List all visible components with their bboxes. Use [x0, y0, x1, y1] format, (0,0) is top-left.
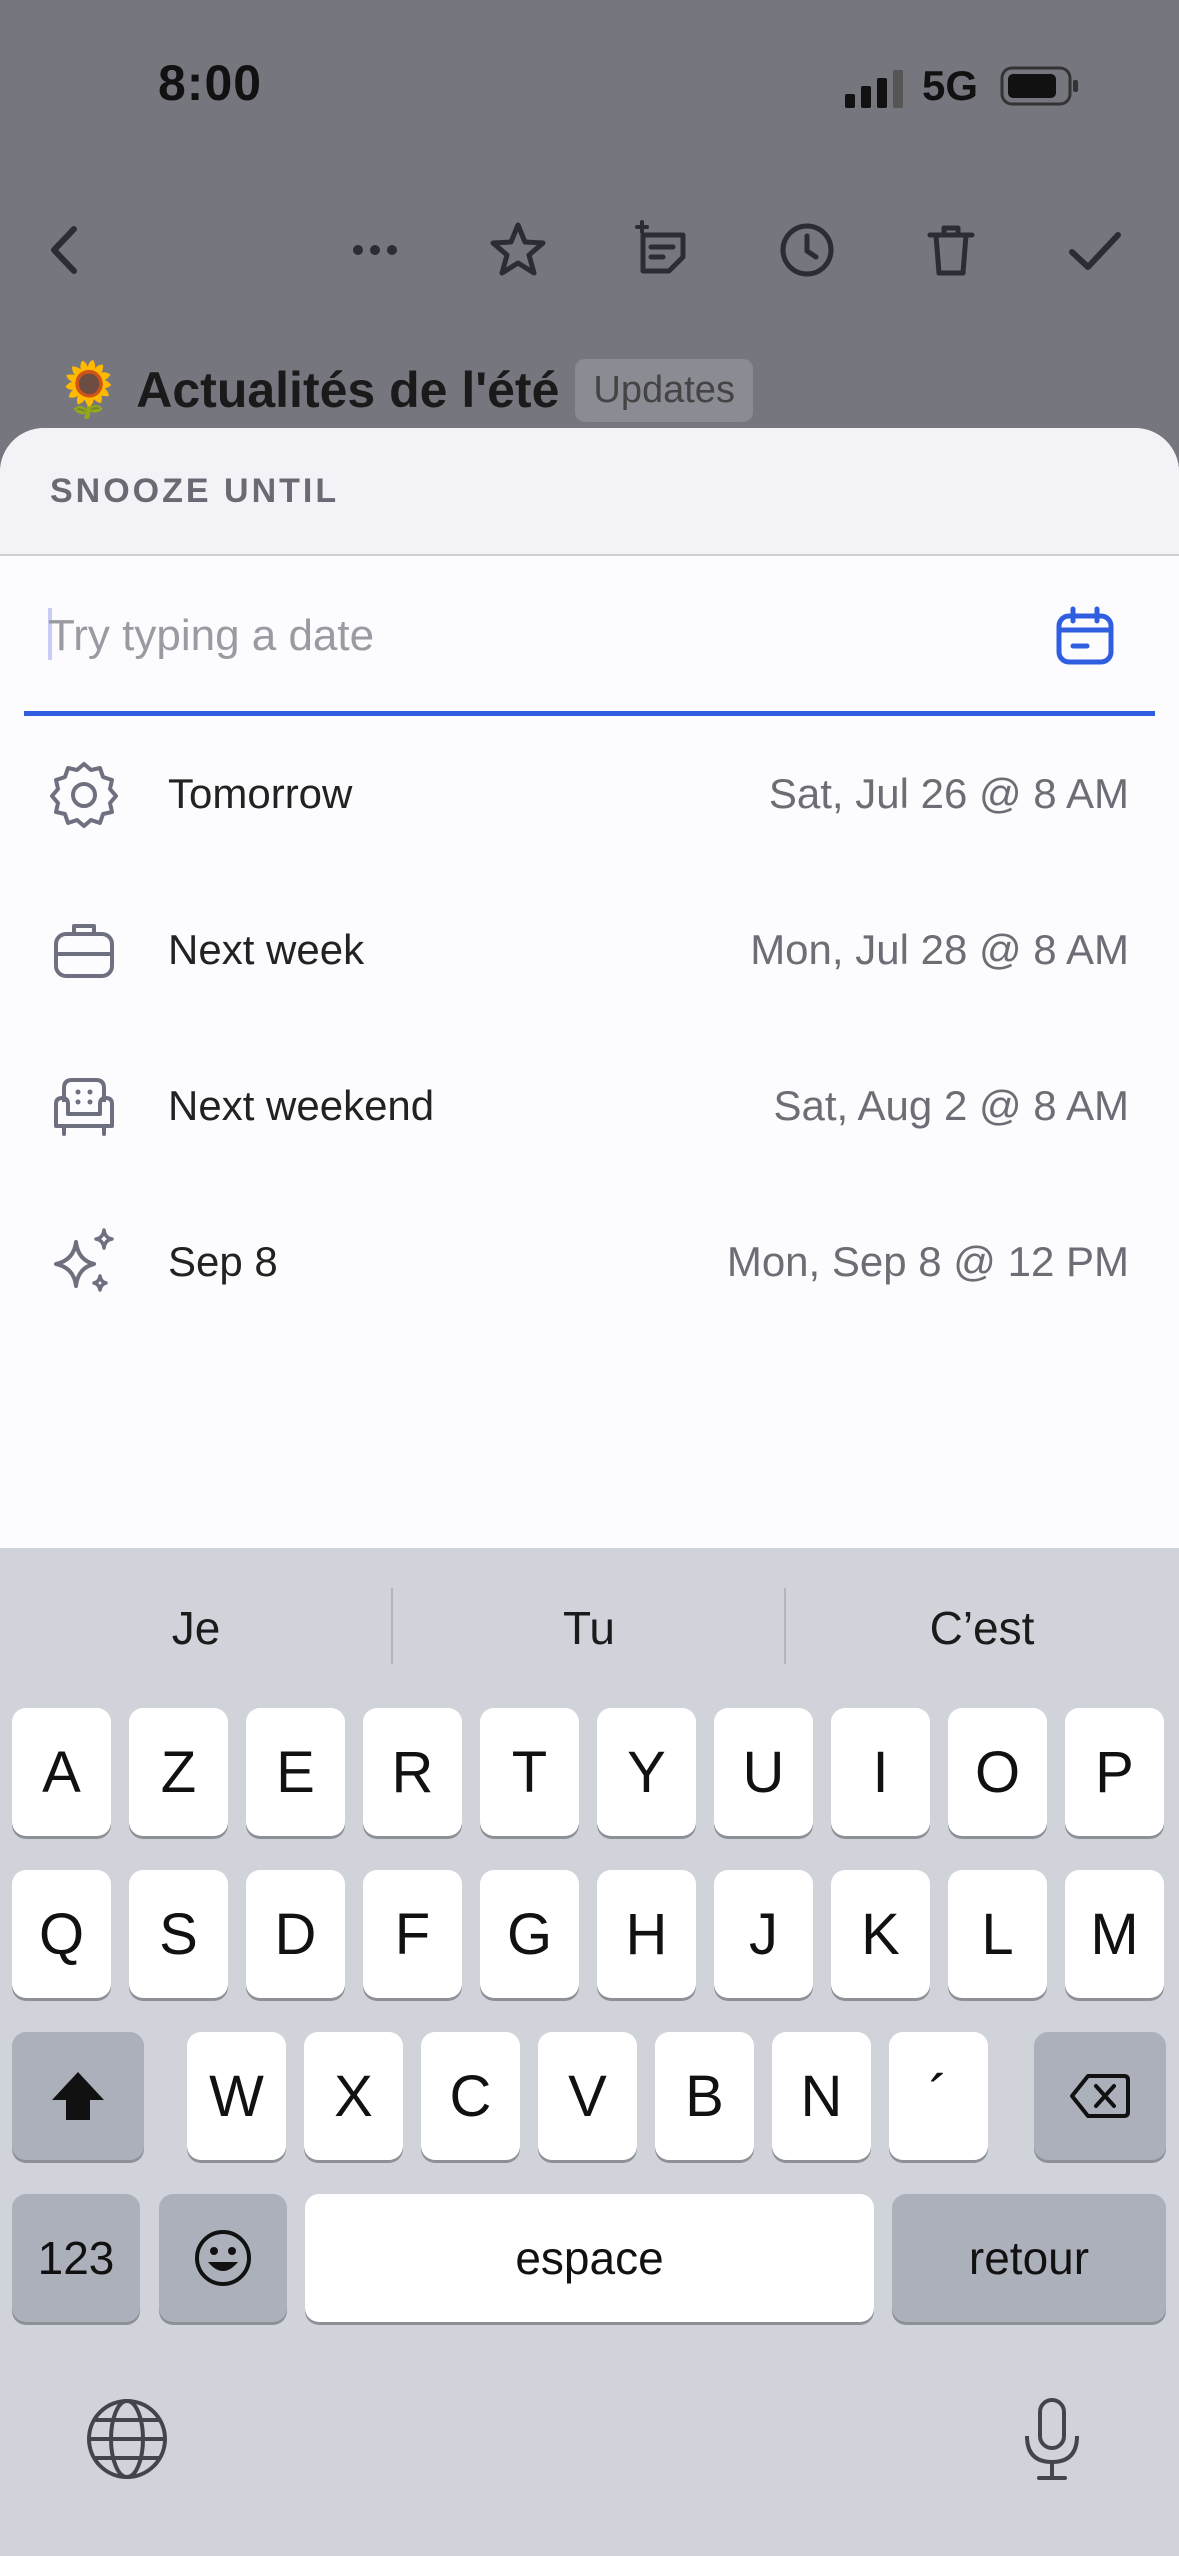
date-input-row — [24, 556, 1155, 716]
snooze-option-tomorrow[interactable]: Tomorrow Sat, Jul 26 @ 8 AM — [0, 716, 1179, 872]
sheet-header: SNOOZE UNTIL — [0, 428, 1179, 556]
suggestion-2[interactable]: Tu — [393, 1578, 785, 1678]
emoji-key[interactable] — [159, 2194, 287, 2322]
snooze-sheet: SNOOZE UNTIL Tomorrow Sat, Jul 26 @ 8 AM — [0, 428, 1179, 1548]
key-row2-9[interactable]: M — [1065, 1870, 1164, 1998]
option-label: Next week — [168, 926, 365, 973]
key-row1-9[interactable]: P — [1065, 1708, 1164, 1836]
key-row3-2[interactable]: C — [421, 2032, 520, 2160]
briefcase-icon — [54, 924, 114, 978]
key-row2-7[interactable]: K — [831, 1870, 930, 1998]
calendar-icon[interactable] — [1053, 604, 1117, 668]
status-bar: 8:00 5G — [0, 0, 1179, 180]
star-icon — [490, 222, 546, 276]
suggestion-3[interactable]: C’est — [786, 1578, 1178, 1678]
key-row2-0[interactable]: Q — [12, 1870, 111, 1998]
key-row1-5[interactable]: Y — [597, 1708, 696, 1836]
key-row2-4[interactable]: G — [480, 1870, 579, 1998]
gear-icon — [50, 762, 118, 828]
done-button[interactable] — [1050, 200, 1140, 300]
shift-arrow-icon — [52, 2072, 104, 2120]
back-icon — [51, 226, 77, 274]
key-row3-3[interactable]: V — [538, 2032, 637, 2160]
delete-button[interactable] — [906, 200, 996, 300]
emoji-icon — [195, 2230, 251, 2286]
snooze-button[interactable] — [762, 200, 852, 300]
key-row3-6[interactable]: ´ — [889, 2032, 988, 2160]
status-time: 8:00 — [158, 55, 263, 111]
key-row2-3[interactable]: F — [363, 1870, 462, 1998]
battery-icon — [1000, 66, 1078, 106]
key-row3-1[interactable]: X — [304, 2032, 403, 2160]
key-row1-7[interactable]: I — [831, 1708, 930, 1836]
option-date: Mon, Sep 8 @ 12 PM — [726, 1238, 1129, 1285]
option-label: Sep 8 — [168, 1238, 278, 1285]
label-badge[interactable]: Updates — [575, 358, 753, 422]
add-note-button[interactable] — [617, 200, 707, 300]
date-input[interactable] — [48, 596, 998, 676]
sheet-title: SNOOZE UNTIL — [50, 471, 340, 510]
space-key[interactable]: espace — [305, 2194, 874, 2322]
clock-icon — [780, 223, 834, 277]
screen: 8:00 5G 🌻 Actualités de l'été Updates SN… — [0, 0, 1179, 2556]
trash-icon — [927, 225, 975, 276]
snooze-option-next-week[interactable]: Next week Mon, Jul 28 @ 8 AM — [0, 872, 1179, 1028]
suggestion-bar: Je Tu C’est — [0, 1548, 1179, 1704]
key-row1-3[interactable]: R — [363, 1708, 462, 1836]
email-toolbar — [0, 200, 1179, 300]
delete-key[interactable] — [1034, 2032, 1166, 2160]
email-title: Actualités de l'été — [136, 362, 560, 418]
snooze-option-next-weekend[interactable]: Next weekend Sat, Aug 2 @ 8 AM — [0, 1028, 1179, 1184]
suggestion-1[interactable]: Je — [0, 1578, 392, 1678]
key-row3-4[interactable]: B — [655, 2032, 754, 2160]
key-row2-8[interactable]: L — [948, 1870, 1047, 1998]
option-date: Sat, Jul 26 @ 8 AM — [768, 770, 1129, 817]
key-row3-0[interactable]: W — [187, 2032, 286, 2160]
note-add-icon — [635, 220, 686, 274]
key-row1-2[interactable]: E — [246, 1708, 345, 1836]
key-row1-4[interactable]: T — [480, 1708, 579, 1836]
keyboard: Je Tu C’est AZERTYUIOP QSDFGHJKLM WXCVBN… — [0, 1548, 1179, 2556]
snooze-options: Tomorrow Sat, Jul 26 @ 8 AM Next week Mo… — [0, 716, 1179, 1340]
option-label: Tomorrow — [168, 770, 353, 817]
option-date: Sat, Aug 2 @ 8 AM — [773, 1082, 1129, 1129]
microphone-icon[interactable] — [1007, 2394, 1097, 2484]
key-row2-5[interactable]: H — [597, 1870, 696, 1998]
cellular-signal-icon — [845, 70, 903, 108]
sunflower-icon: 🌻 — [55, 359, 123, 420]
globe-icon[interactable] — [82, 2394, 172, 2484]
back-button[interactable] — [20, 200, 110, 300]
snooze-option-sep-8[interactable]: Sep 8 Mon, Sep 8 @ 12 PM — [0, 1184, 1179, 1340]
check-icon — [1069, 232, 1121, 270]
shift-key[interactable] — [12, 2032, 144, 2160]
key-row2-2[interactable]: D — [246, 1870, 345, 1998]
more-icon — [353, 245, 397, 255]
backspace-icon — [1070, 2074, 1130, 2118]
star-button[interactable] — [473, 200, 563, 300]
key-row1-0[interactable]: A — [12, 1708, 111, 1836]
armchair-icon — [54, 1078, 114, 1136]
network-type: 5G — [922, 62, 979, 109]
key-row1-6[interactable]: U — [714, 1708, 813, 1836]
sparkles-icon — [54, 1228, 114, 1292]
email-subject: 🌻 Actualités de l'été Updates — [55, 350, 753, 430]
key-row2-6[interactable]: J — [714, 1870, 813, 1998]
option-label: Next weekend — [168, 1082, 435, 1129]
key-row3-5[interactable]: N — [772, 2032, 871, 2160]
key-row2-1[interactable]: S — [129, 1870, 228, 1998]
more-button[interactable] — [330, 200, 420, 300]
key-row1-1[interactable]: Z — [129, 1708, 228, 1836]
return-key[interactable]: retour — [892, 2194, 1166, 2322]
option-date: Mon, Jul 28 @ 8 AM — [750, 926, 1129, 973]
key-row1-8[interactable]: O — [948, 1708, 1047, 1836]
numbers-key[interactable]: 123 — [12, 2194, 140, 2322]
